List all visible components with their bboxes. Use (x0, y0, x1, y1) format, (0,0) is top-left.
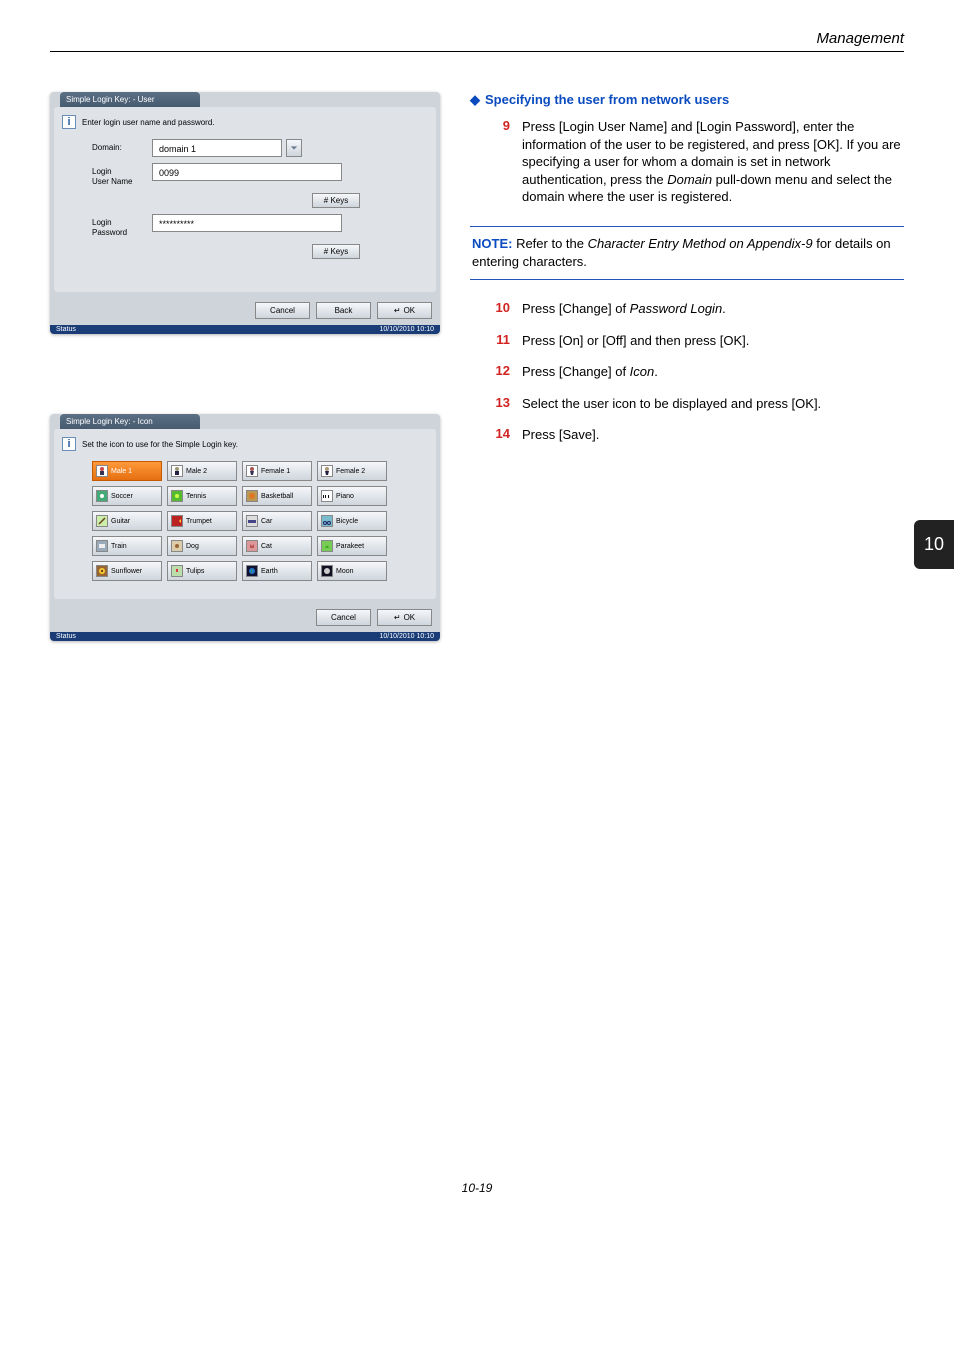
cancel-button[interactable]: Cancel (316, 609, 371, 626)
chevron-down-icon (290, 144, 298, 152)
status-label[interactable]: Status (56, 633, 76, 640)
login-panel-title: Simple Login Key: - User (60, 92, 200, 107)
icon-earth[interactable]: Earth (242, 561, 312, 581)
domain-label: Domain: (92, 139, 152, 153)
icon-female-1[interactable]: Female 1 (242, 461, 312, 481)
keys-button[interactable]: # Keys (312, 193, 360, 208)
icon-parakeet[interactable]: Parakeet (317, 536, 387, 556)
step-number-13: 13 (490, 395, 510, 413)
icon-male-1[interactable]: Male 1 (92, 461, 162, 481)
left-column: Simple Login Key: - User i Enter login u… (50, 92, 440, 721)
step-number-10: 10 (490, 300, 510, 318)
ok-button[interactable]: ↵OK (377, 609, 432, 626)
icon-soccer[interactable]: Soccer (92, 486, 162, 506)
pwd-input[interactable]: ********** (152, 214, 342, 232)
step-number-12: 12 (490, 363, 510, 381)
icon-moon[interactable]: Moon (317, 561, 387, 581)
status-timestamp: 10/10/2010 10:10 (380, 326, 435, 333)
icon-train[interactable]: Train (92, 536, 162, 556)
page-number: 10-19 (50, 1181, 904, 1195)
user-label: Login User Name (92, 163, 152, 187)
note-label: NOTE: (472, 236, 512, 251)
icon-sunflower[interactable]: Sunflower (92, 561, 162, 581)
icon-dog[interactable]: Dog (167, 536, 237, 556)
domain-dropdown-button[interactable] (286, 139, 302, 157)
icon-trumpet[interactable]: Trumpet (167, 511, 237, 531)
icon-female-2[interactable]: Female 2 (317, 461, 387, 481)
info-icon: i (62, 437, 76, 451)
icon-tennis[interactable]: Tennis (167, 486, 237, 506)
icon-panel-title: Simple Login Key: - Icon (60, 414, 200, 429)
status-label[interactable]: Status (56, 326, 76, 333)
icon-male-2[interactable]: Male 2 (167, 461, 237, 481)
login-info-text: Enter login user name and password. (82, 118, 215, 127)
step-number-9: 9 (490, 118, 510, 206)
page-header-section: Management (50, 30, 904, 52)
icon-car[interactable]: Car (242, 511, 312, 531)
section-heading: Specifying the user from network users (485, 92, 729, 107)
step-12-text: Press [Change] of Icon. (522, 363, 658, 381)
icon-info-text: Set the icon to use for the Simple Login… (82, 440, 238, 449)
step-10-text: Press [Change] of Password Login. (522, 300, 726, 318)
step-9-text: Press [Login User Name] and [Login Passw… (522, 118, 904, 206)
keys-button-2[interactable]: # Keys (312, 244, 360, 259)
cancel-button[interactable]: Cancel (255, 302, 310, 319)
step-number-11: 11 (490, 332, 510, 350)
info-icon: i (62, 115, 76, 129)
note-body: Refer to the Character Entry Method on A… (472, 236, 891, 269)
step-number-14: 14 (490, 426, 510, 444)
step-13-text: Select the user icon to be displayed and… (522, 395, 821, 413)
icon-tulips[interactable]: Tulips (167, 561, 237, 581)
icon-cat[interactable]: Cat (242, 536, 312, 556)
diamond-icon: ◆ (470, 92, 480, 108)
icon-basketball[interactable]: Basketball (242, 486, 312, 506)
icon-guitar[interactable]: Guitar (92, 511, 162, 531)
domain-input[interactable]: domain 1 (152, 139, 282, 157)
right-column: ◆ Specifying the user from network users… (470, 92, 904, 721)
user-input[interactable]: 0099 (152, 163, 342, 181)
chapter-tab: 10 (914, 520, 954, 569)
ok-button[interactable]: ↵OK (377, 302, 432, 319)
status-timestamp: 10/10/2010 10:10 (380, 633, 435, 640)
login-panel: Simple Login Key: - User i Enter login u… (50, 92, 440, 334)
step-11-text: Press [On] or [Off] and then press [OK]. (522, 332, 749, 350)
icon-bicycle[interactable]: Bicycle (317, 511, 387, 531)
note-box: NOTE: Refer to the Character Entry Metho… (470, 226, 904, 280)
icon-panel: Simple Login Key: - Icon i Set the icon … (50, 414, 440, 641)
icon-piano[interactable]: Piano (317, 486, 387, 506)
back-button[interactable]: Back (316, 302, 371, 319)
step-14-text: Press [Save]. (522, 426, 599, 444)
pwd-label: Login Password (92, 214, 152, 238)
